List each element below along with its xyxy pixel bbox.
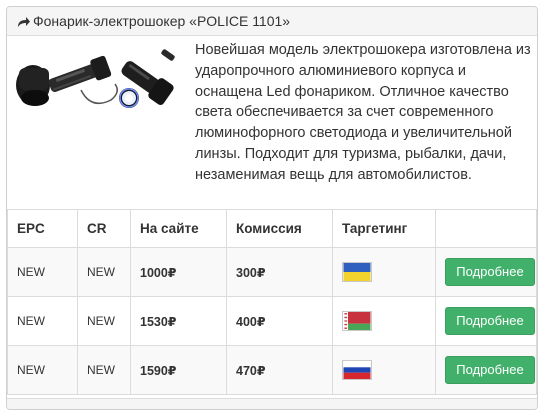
product-section: Новейшая модель электрошокера изготовлен… <box>7 36 537 210</box>
share-arrow-icon <box>17 15 31 27</box>
commission-cell: 470₽ <box>226 345 333 395</box>
details-button[interactable]: Подробнее <box>445 307 535 335</box>
flashlight-stun-gun-image <box>11 40 189 112</box>
cr-cell: NEW <box>77 345 131 395</box>
price-cell: 1530₽ <box>130 296 227 346</box>
ukraine-flag-icon <box>342 262 372 282</box>
column-header-commission: Комиссия <box>226 209 333 248</box>
offer-card: Фонарик-электрошокер «POLICE 1101» Новей… <box>6 6 538 410</box>
price-cell: 1000₽ <box>130 247 227 297</box>
column-header-cr: CR <box>77 209 131 248</box>
targeting-cell <box>332 345 436 395</box>
card-header: Фонарик-электрошокер «POLICE 1101» <box>7 7 537 36</box>
column-header-epc: EPC <box>7 209 78 248</box>
epc-cell: NEW <box>7 296 78 346</box>
product-description: Новейшая модель электрошокера изготовлен… <box>195 42 531 183</box>
column-header-price: На сайте <box>130 209 227 248</box>
cr-cell: NEW <box>77 247 131 297</box>
table-row: NEW NEW 1530₽ 400₽ Подробнее <box>7 296 537 346</box>
table-row: NEW NEW 1000₽ 300₽ Подробнее <box>7 247 537 297</box>
targeting-cell <box>332 296 436 346</box>
card-footer <box>7 398 537 409</box>
targeting-cell <box>332 247 436 297</box>
price-cell: 1590₽ <box>130 345 227 395</box>
details-button[interactable]: Подробнее <box>445 356 535 384</box>
epc-cell: NEW <box>7 345 78 395</box>
russia-flag-icon <box>342 360 372 380</box>
action-cell: Подробнее <box>435 296 537 346</box>
cr-cell: NEW <box>77 296 131 346</box>
table-header-row: EPC CR На сайте Комиссия Таргетинг <box>7 209 537 248</box>
details-button[interactable]: Подробнее <box>445 258 535 286</box>
offer-stats-table: EPC CR На сайте Комиссия Таргетинг NEW N… <box>7 209 537 395</box>
action-cell: Подробнее <box>435 247 537 297</box>
commission-cell: 300₽ <box>226 247 333 297</box>
commission-cell: 400₽ <box>226 296 333 346</box>
action-cell: Подробнее <box>435 345 537 395</box>
belarus-flag-icon <box>342 311 372 331</box>
column-header-action <box>435 209 537 248</box>
offer-title: Фонарик-электрошокер «POLICE 1101» <box>33 13 291 29</box>
epc-cell: NEW <box>7 247 78 297</box>
table-row: NEW NEW 1590₽ 470₽ Подробнее <box>7 345 537 395</box>
column-header-targeting: Таргетинг <box>332 209 436 248</box>
